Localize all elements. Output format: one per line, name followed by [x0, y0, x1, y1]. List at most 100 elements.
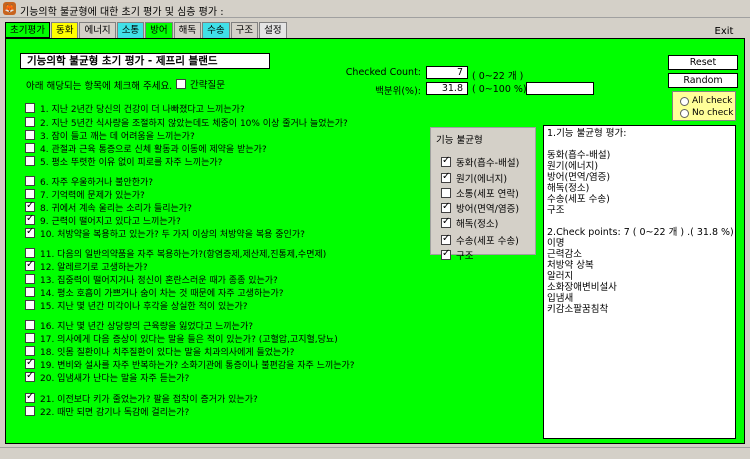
- question-checkbox[interactable]: [25, 259, 35, 271]
- question-checkbox[interactable]: [25, 226, 35, 238]
- no-check-radio[interactable]: [680, 108, 689, 118]
- question-item[interactable]: 8. 귀에서 계속 울리는 소리가 들리는가?: [25, 200, 465, 214]
- organ-item[interactable]: 원기(에너지): [441, 171, 507, 185]
- question-checkbox[interactable]: [25, 287, 35, 297]
- organ-checkbox[interactable]: [441, 216, 451, 228]
- result-line: 이명: [547, 238, 565, 249]
- organ-label: 원기(에너지): [456, 174, 508, 185]
- brief-question-label: 간략질문: [190, 80, 225, 91]
- question-label: 3. 잠이 들고 깨는 데 어려움을 느끼는가?: [40, 131, 195, 142]
- question-item[interactable]: 14. 평소 호흡이 가쁘거나 숨이 차는 것 때문에 자주 고생하는가?: [25, 286, 465, 299]
- question-item[interactable]: 18. 잇몸 질환이나 치주질환이 있다는 말을 치과의사에게 들었는가?: [25, 345, 465, 358]
- brief-question-checkbox[interactable]: [176, 79, 186, 89]
- question-checkbox[interactable]: [25, 156, 35, 166]
- question-checkbox[interactable]: [25, 248, 35, 258]
- tab-structure[interactable]: 구조: [230, 22, 259, 38]
- question-checkbox[interactable]: [25, 200, 35, 212]
- extra-field[interactable]: [526, 82, 594, 95]
- question-item[interactable]: 1. 지난 2년간 당신의 건강이 더 나빠졌다고 느끼는가?: [25, 102, 465, 115]
- tab-assimilation[interactable]: 동화: [50, 22, 79, 38]
- question-item[interactable]: 15. 지난 몇 년간 미각이나 후각을 상실한 적이 있는가?: [25, 299, 465, 312]
- organ-label: 방어(면역/염증): [456, 204, 520, 215]
- question-label: 18. 잇몸 질환이나 치주질환이 있다는 말을 치과의사에게 들었는가?: [40, 347, 295, 358]
- tab-defense[interactable]: 방어: [145, 22, 173, 38]
- tab-communication[interactable]: 소통: [116, 22, 145, 38]
- question-label: 22. 때만 되면 감기나 독감에 걸리는가?: [40, 407, 190, 418]
- question-label: 5. 평소 뚜렷한 이유 없이 피로를 자주 느끼는가?: [40, 157, 223, 168]
- question-label: 15. 지난 몇 년간 미각이나 후각을 상실한 적이 있는가?: [40, 301, 248, 312]
- question-label: 4. 관절과 근육 통증으로 신체 활동과 이동에 제약을 받는가?: [40, 144, 267, 155]
- question-item[interactable]: 17. 의사에게 다음 증상이 있다는 말을 들은 적이 있는가? (고혈압,고…: [25, 332, 465, 345]
- organ-checkbox[interactable]: [441, 248, 451, 260]
- question-checkbox[interactable]: [25, 117, 35, 127]
- tab-detox[interactable]: 해독: [173, 22, 202, 38]
- organ-item[interactable]: 해독(정소): [441, 216, 498, 230]
- organ-item[interactable]: 동화(흡수-배설): [441, 155, 519, 169]
- result-line: 입냄새: [547, 293, 574, 304]
- reset-button[interactable]: Reset: [668, 55, 738, 70]
- question-checkbox[interactable]: [25, 346, 35, 356]
- question-checkbox[interactable]: [25, 320, 35, 330]
- organ-checkbox[interactable]: [441, 171, 451, 183]
- organ-label: 수송(세포 수송): [456, 236, 519, 247]
- question-checkbox[interactable]: [25, 130, 35, 140]
- organ-checkbox[interactable]: [441, 155, 451, 167]
- question-item[interactable]: 4. 관절과 근육 통증으로 신체 활동과 이동에 제약을 받는가?: [25, 142, 465, 155]
- tab-transport[interactable]: 수송: [202, 22, 230, 38]
- question-label: 8. 귀에서 계속 울리는 소리가 들리는가?: [40, 203, 192, 214]
- all-check-radio[interactable]: [680, 96, 689, 106]
- question-item[interactable]: 21. 이전보다 키가 줄었는가? 팔을 접착이 증거가 있는가?: [25, 391, 465, 405]
- organ-item[interactable]: 소통(세포 연락): [441, 186, 519, 200]
- question-checkbox[interactable]: [25, 370, 35, 382]
- organ-item[interactable]: 구조: [441, 248, 473, 262]
- question-checkbox[interactable]: [25, 189, 35, 199]
- app-fox-icon: 🦊: [3, 2, 16, 15]
- question-checkbox[interactable]: [25, 143, 35, 153]
- organ-label: 해독(정소): [456, 219, 499, 230]
- question-label: 12. 알레르기로 고생하는가?: [40, 262, 148, 273]
- question-item[interactable]: 5. 평소 뚜렷한 이유 없이 피로를 자주 느끼는가?: [25, 155, 465, 168]
- result-line: [547, 139, 732, 150]
- question-item[interactable]: 22. 때만 되면 감기나 독감에 걸리는가?: [25, 405, 465, 418]
- question-item[interactable]: 7. 기억력에 문제가 있는가?: [25, 188, 465, 201]
- brief-question-option[interactable]: 간략질문: [176, 77, 225, 91]
- no-check-option[interactable]: No check: [680, 107, 735, 119]
- question-checkbox[interactable]: [25, 176, 35, 186]
- question-item[interactable]: 9. 근력이 떨어지고 있다고 느끼는가?: [25, 213, 465, 227]
- question-item[interactable]: 2. 지난 5년간 식사량을 조절하지 않았는데도 체중이 10% 이상 줄거나…: [25, 116, 465, 129]
- question-item[interactable]: 16. 지난 몇 년간 상당량의 근육량을 잃었다고 느끼는가?: [25, 319, 465, 332]
- question-checkbox[interactable]: [25, 274, 35, 284]
- question-checkbox[interactable]: [25, 300, 35, 310]
- result-line: 수송(세포 수송): [547, 194, 610, 205]
- tab-energy[interactable]: 에너지: [79, 22, 116, 38]
- organ-item[interactable]: 방어(면역/염증): [441, 201, 519, 215]
- random-button[interactable]: Random: [668, 73, 738, 88]
- tab-initial[interactable]: 초기평가: [5, 22, 50, 38]
- tab-settings[interactable]: 설정: [259, 22, 287, 38]
- result-text-area[interactable]: 1.기능 불균형 평가: 동화(흡수-배설) 원기(에너지) 방어(면역/염증) 해독(…: [543, 125, 736, 439]
- question-item[interactable]: 20. 입냄새가 난다는 말을 자주 듣는가?: [25, 370, 465, 384]
- all-check-option[interactable]: All check: [680, 95, 735, 107]
- organ-checkbox[interactable]: [441, 233, 451, 245]
- question-item[interactable]: 11. 다음의 일반의약품을 자주 복용하는가?(항염증제,제산제,진통제,수면…: [25, 247, 465, 260]
- question-label: 16. 지난 몇 년간 상당량의 근육량을 잃었다고 느끼는가?: [40, 321, 253, 332]
- tab-strip: 초기평가 동화 에너지 소통 방어 해독 수송 구조 설정: [5, 22, 287, 38]
- organ-checkbox[interactable]: [441, 201, 451, 213]
- organ-checkbox[interactable]: [441, 188, 451, 198]
- question-label: 7. 기억력에 문제가 있는가?: [40, 190, 145, 201]
- question-item[interactable]: 19. 변비와 설사를 자주 반복하는가? 소화기관에 통증이나 불편감을 자주…: [25, 357, 465, 371]
- question-checkbox[interactable]: [25, 213, 35, 225]
- question-checkbox[interactable]: [25, 103, 35, 113]
- question-checkbox[interactable]: [25, 333, 35, 343]
- question-item[interactable]: 6. 자주 우울하거나 불안한가?: [25, 175, 465, 188]
- question-item[interactable]: 10. 처방약을 복용하고 있는가? 두 가지 이상의 처방약을 복용 중인가?: [25, 226, 465, 240]
- question-checkbox[interactable]: [25, 391, 35, 403]
- question-item[interactable]: 12. 알레르기로 고생하는가?: [25, 259, 465, 273]
- organ-balance-panel: 기능 불균형 동화(흡수-배설) 원기(에너지) 소통(세포 연락) 방어(면역/염증…: [430, 127, 536, 262]
- question-checkbox[interactable]: [25, 357, 35, 369]
- question-label: 1. 지난 2년간 당신의 건강이 더 나빠졌다고 느끼는가?: [40, 104, 245, 115]
- question-checkbox[interactable]: [25, 406, 35, 416]
- organ-item[interactable]: 수송(세포 수송): [441, 233, 519, 247]
- question-item[interactable]: 3. 잠이 들고 깨는 데 어려움을 느끼는가?: [25, 129, 465, 142]
- question-item[interactable]: 13. 집중력이 떨어지거나 정신이 혼란스러운 때가 종종 있는가?: [25, 273, 465, 286]
